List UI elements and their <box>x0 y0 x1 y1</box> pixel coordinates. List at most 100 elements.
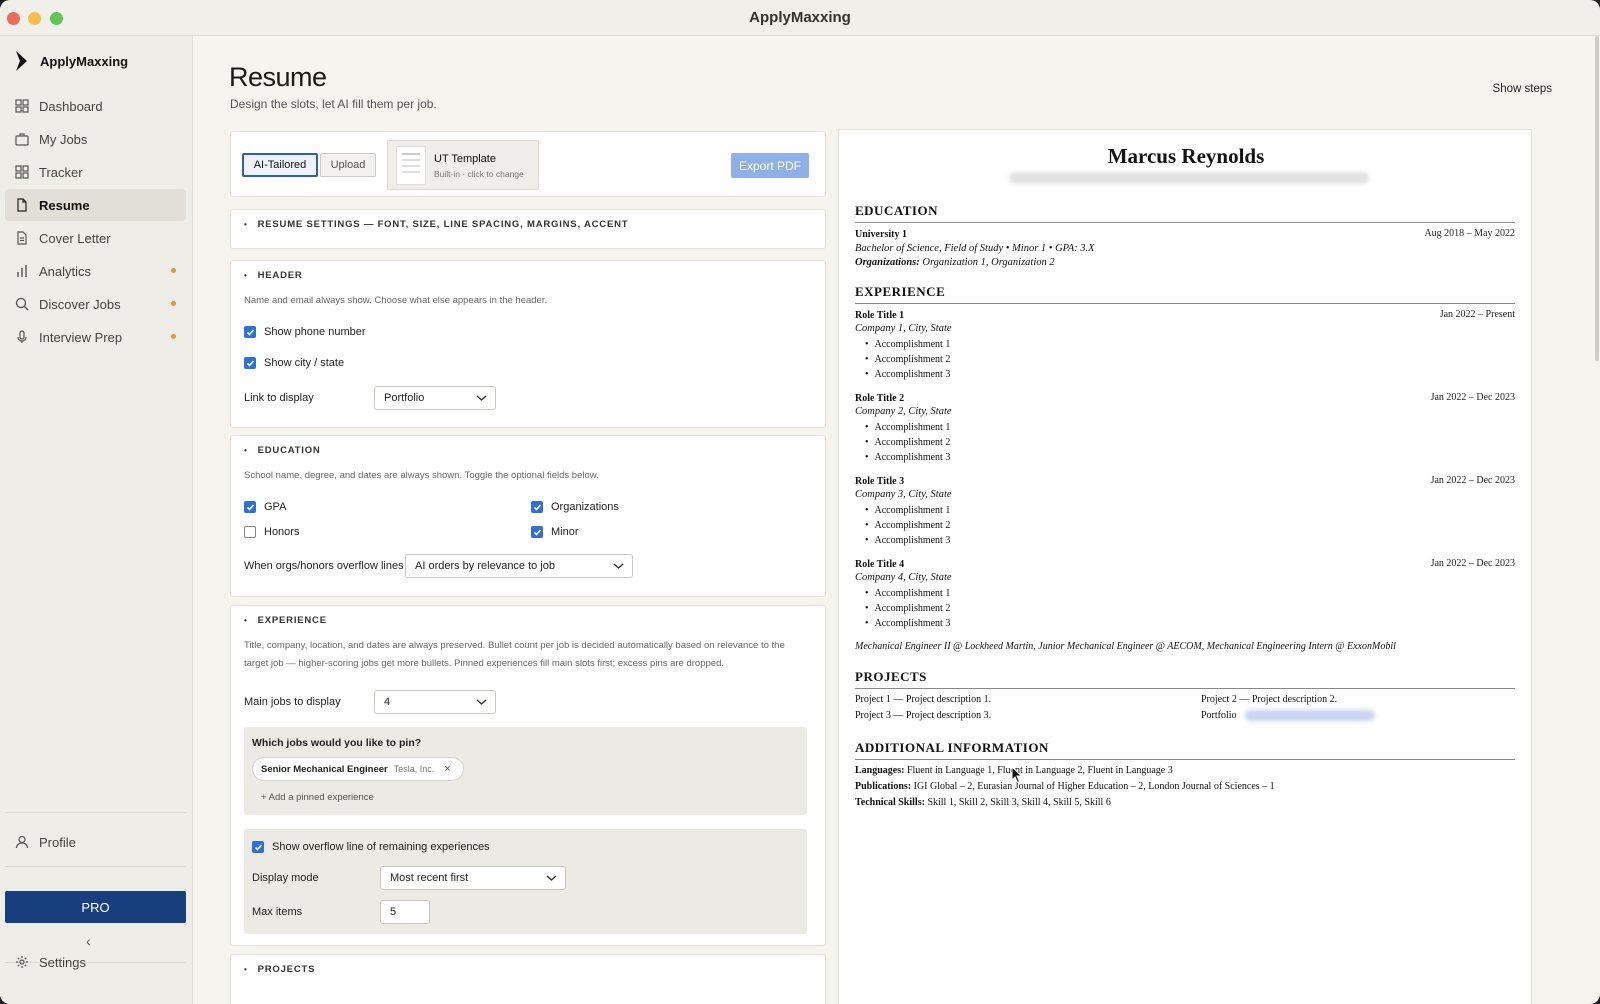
section-header: • RESUME SETTINGS — FONT, SIZE, LINE SPAC… <box>244 219 628 230</box>
pinned-job-company: Tesla, Inc. <box>393 764 435 774</box>
sidebar-item-label: Interview Prep <box>39 329 123 345</box>
skills-value: Skill 1, Skill 2, Skill 3, Skill 4, Skil… <box>924 797 1111 808</box>
orgs-label: Organizations: <box>855 257 920 268</box>
overflow-label: When orgs/honors overflow lines <box>244 560 404 572</box>
sidebar-item-my-jobs[interactable]: My Jobs <box>5 123 186 155</box>
search-icon <box>15 297 29 311</box>
header-description: Name and email always show. Choose what … <box>244 295 548 306</box>
notification-dot <box>171 334 176 339</box>
resume-name: Marcus Reynolds <box>1107 144 1265 168</box>
export-pdf-button[interactable]: Export PDF <box>731 153 809 178</box>
collapse-bullet-icon: • <box>244 965 248 974</box>
document-icon <box>17 198 27 212</box>
notification-dot <box>171 268 176 273</box>
chevron-down-icon <box>476 699 487 705</box>
upload-tab[interactable]: Upload <box>320 153 376 177</box>
max-items-input[interactable]: 5 <box>380 900 430 924</box>
checkbox-checked-icon <box>531 501 543 513</box>
sidebar-item-label: Cover Letter <box>39 230 111 246</box>
sidebar-item-settings[interactable]: Settings <box>5 946 186 978</box>
template-thumbnail <box>396 146 426 185</box>
resume-settings-section[interactable]: • RESUME SETTINGS — FONT, SIZE, LINE SPAC… <box>230 209 826 249</box>
microphone-icon <box>17 330 27 343</box>
portfolio-link-redacted[interactable] <box>1244 710 1375 722</box>
resume-education-heading: EDUCATION <box>855 203 1515 223</box>
resume-role-dates: Jan 2022 – Dec 2023 <box>1430 392 1515 403</box>
checkbox-label: Honors <box>264 526 300 538</box>
resume-additional-heading: ADDITIONAL INFORMATION <box>855 740 1515 760</box>
minor-checkbox[interactable]: Minor <box>531 526 579 538</box>
organizations-checkbox[interactable]: Organizations <box>531 501 619 513</box>
letter-icon <box>17 231 27 245</box>
show-phone-checkbox[interactable]: Show phone number <box>244 326 366 338</box>
sidebar-item-tracker[interactable]: Tracker <box>5 156 186 188</box>
sidebar-item-interview-prep[interactable]: Interview Prep <box>5 321 186 353</box>
experience-description: target job — higher-scoring jobs get mor… <box>244 658 724 669</box>
section-header[interactable]: • EDUCATION <box>244 445 321 456</box>
page-title: Resume <box>229 62 327 92</box>
section-header[interactable]: • HEADER <box>244 270 303 281</box>
resume-bullet: Accomplishment 2 <box>865 352 951 367</box>
sidebar-item-dashboard[interactable]: Dashboard <box>5 90 186 122</box>
resume-bullet: Accomplishment 1 <box>865 586 951 601</box>
notification-dot <box>171 301 176 306</box>
pinned-job-chip[interactable]: Senior Mechanical Engineer Tesla, Inc. × <box>252 757 464 781</box>
resume-bullet: Accomplishment 1 <box>865 420 951 435</box>
section-header[interactable]: • EXPERIENCE <box>244 615 327 626</box>
resume-projects-heading: PROJECTS <box>855 669 1515 689</box>
template-picker[interactable]: UT Template Built-in · click to change <box>387 140 539 190</box>
show-city-checkbox[interactable]: Show city / state <box>244 357 344 369</box>
link-display-select[interactable]: Portfolio <box>374 386 496 410</box>
section-header[interactable]: • PROJECTS <box>244 964 315 975</box>
link-display-label: Link to display <box>244 392 314 404</box>
sidebar-item-label: Resume <box>39 197 90 213</box>
pro-button[interactable]: PRO <box>5 891 186 923</box>
resume-publications: Publications: IGI Global – 2, Eurasian J… <box>855 780 1275 794</box>
resume-role: Role Title 1 <box>855 310 905 321</box>
overflow-select[interactable]: AI orders by relevance to job <box>405 554 633 578</box>
sidebar-item-discover-jobs[interactable]: Discover Jobs <box>5 288 186 320</box>
portfolio-label: Portfolio <box>1201 710 1237 721</box>
checkbox-label: Show overflow line of remaining experien… <box>272 841 490 853</box>
header-section: • HEADER Name and email always show. Choo… <box>230 260 826 428</box>
resume-skills: Technical Skills: Skill 1, Skill 2, Skil… <box>855 796 1111 810</box>
experience-section: • EXPERIENCE Title, company, location, an… <box>230 605 826 946</box>
brand[interactable]: ApplyMaxxing <box>14 50 128 72</box>
resume-company: Company 1, City, State <box>855 323 952 334</box>
gpa-checkbox[interactable]: GPA <box>244 501 286 513</box>
resume-edu-dates: Aug 2018 – May 2022 <box>1424 228 1515 239</box>
experience-section-title: EXPERIENCE <box>257 615 327 626</box>
sidebar-item-label: Analytics <box>39 263 92 279</box>
checkbox-checked-icon <box>244 357 256 369</box>
resume-bullet: Accomplishment 3 <box>865 533 951 548</box>
experience-description: Title, company, location, and dates are … <box>244 640 785 651</box>
show-overflow-checkbox[interactable]: Show overflow line of remaining experien… <box>252 841 490 853</box>
resume-bullet: Accomplishment 3 <box>865 616 951 631</box>
select-value: Most recent first <box>390 872 469 884</box>
add-pinned-experience-button[interactable]: + Add a pinned experience <box>261 792 374 803</box>
scrollbar-thumb[interactable] <box>1595 36 1599 361</box>
honors-checkbox[interactable]: Honors <box>244 526 299 538</box>
checkbox-unchecked-icon <box>244 526 256 538</box>
resume-company: Company 3, City, State <box>855 489 952 500</box>
collapse-bullet-icon: • <box>244 220 248 229</box>
sidebar-item-profile[interactable]: Profile <box>5 826 186 858</box>
gear-icon <box>16 956 28 968</box>
education-section: • EDUCATION School name, degree, and date… <box>230 435 826 597</box>
main-jobs-select[interactable]: 4 <box>374 690 496 714</box>
resume-bullet: Accomplishment 2 <box>865 518 951 533</box>
resume-degree: Bachelor of Science, Field of Study • Mi… <box>855 243 1095 254</box>
projects-section: • PROJECTS <box>230 954 826 1004</box>
template-name: UT Template <box>434 153 496 165</box>
select-value: Portfolio <box>384 392 425 404</box>
remove-pin-icon[interactable]: × <box>444 763 450 775</box>
education-description: School name, degree, and dates are alway… <box>244 470 599 481</box>
window-scrollbar[interactable] <box>1593 36 1600 361</box>
show-steps-button[interactable]: Show steps <box>1493 83 1552 95</box>
sidebar-item-analytics[interactable]: Analytics <box>5 255 186 287</box>
sidebar-item-resume[interactable]: Resume <box>5 189 186 221</box>
ai-tailored-tab[interactable]: AI-Tailored <box>242 153 318 177</box>
resume-bullet: Accomplishment 3 <box>865 367 951 382</box>
sidebar-item-cover-letter[interactable]: Cover Letter <box>5 222 186 254</box>
display-mode-select[interactable]: Most recent first <box>380 866 566 890</box>
